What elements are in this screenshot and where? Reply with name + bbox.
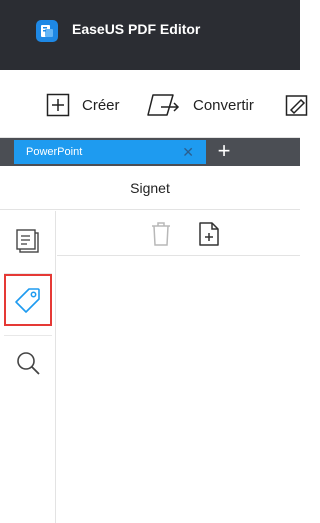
plus-square-icon <box>46 93 70 117</box>
edit-button[interactable] <box>285 92 309 118</box>
bookmark-tag-icon <box>15 288 40 313</box>
convert-document-icon <box>147 94 180 116</box>
app-logo-icon <box>36 20 58 42</box>
tab-label: PowerPoint <box>26 146 83 158</box>
main-toolbar: Créer Convertir <box>0 70 308 138</box>
create-label: Créer <box>82 96 120 114</box>
thumbnails-button[interactable] <box>4 215 52 267</box>
bookmark-actions-bar <box>57 211 300 256</box>
app-title: EaseUS PDF Editor <box>72 21 201 37</box>
bookmark-panel-header: Signet <box>0 166 300 210</box>
delete-bookmark-button[interactable] <box>148 220 174 248</box>
bookmark-list[interactable] <box>57 257 300 523</box>
create-button[interactable]: Créer <box>46 92 120 118</box>
side-rail <box>0 211 56 523</box>
add-bookmark-button[interactable] <box>196 220 222 248</box>
new-tab-plus-icon[interactable]: + <box>213 140 235 162</box>
document-tab-strip: PowerPoint ✕ + <box>0 138 300 166</box>
title-bar: EaseUS PDF Editor <box>0 0 300 70</box>
thumbnails-icon <box>16 229 39 253</box>
trash-icon <box>152 222 170 246</box>
add-page-icon <box>199 222 219 246</box>
convert-button[interactable]: Convertir <box>147 92 254 118</box>
panel-title: Signet <box>130 180 170 196</box>
bookmarks-button[interactable] <box>4 274 52 326</box>
tab-powerpoint[interactable]: PowerPoint ✕ <box>14 140 206 164</box>
edit-pencil-icon <box>285 95 308 116</box>
convert-label: Convertir <box>193 96 254 114</box>
search-button[interactable] <box>4 337 52 389</box>
close-tab-icon[interactable]: ✕ <box>182 144 194 160</box>
search-icon <box>17 352 40 375</box>
rail-divider <box>4 335 52 336</box>
